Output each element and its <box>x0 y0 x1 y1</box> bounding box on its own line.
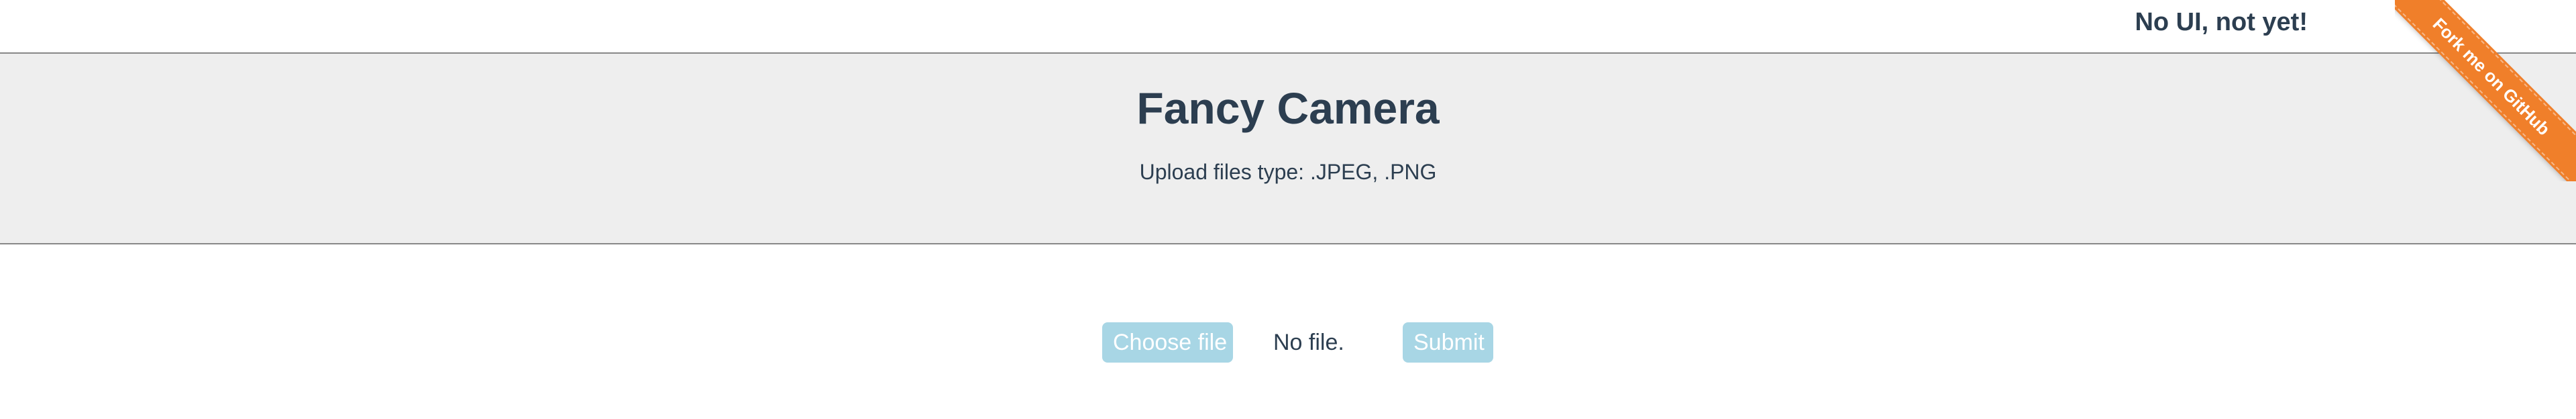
github-ribbon[interactable]: Fork me on GitHub <box>2395 0 2576 181</box>
file-status-text: No file. <box>1273 330 1344 355</box>
upload-hint: Upload files type: .JPEG, .PNG <box>1139 160 1437 184</box>
top-bar: No UI, not yet! <box>0 0 2576 52</box>
upload-form: Choose file No file. Submit <box>0 322 2576 365</box>
fork-on-github-link[interactable]: Fork me on GitHub <box>2395 0 2576 181</box>
submit-button[interactable]: Submit <box>1403 322 1493 363</box>
github-ribbon-container: Fork me on GitHub <box>2395 0 2576 181</box>
tagline: No UI, not yet! <box>2135 8 2308 36</box>
page-title: Fancy Camera <box>1136 83 1440 133</box>
choose-file-button[interactable]: Choose file <box>1102 322 1233 363</box>
hero-banner: Fancy Camera Upload files type: .JPEG, .… <box>0 52 2576 244</box>
